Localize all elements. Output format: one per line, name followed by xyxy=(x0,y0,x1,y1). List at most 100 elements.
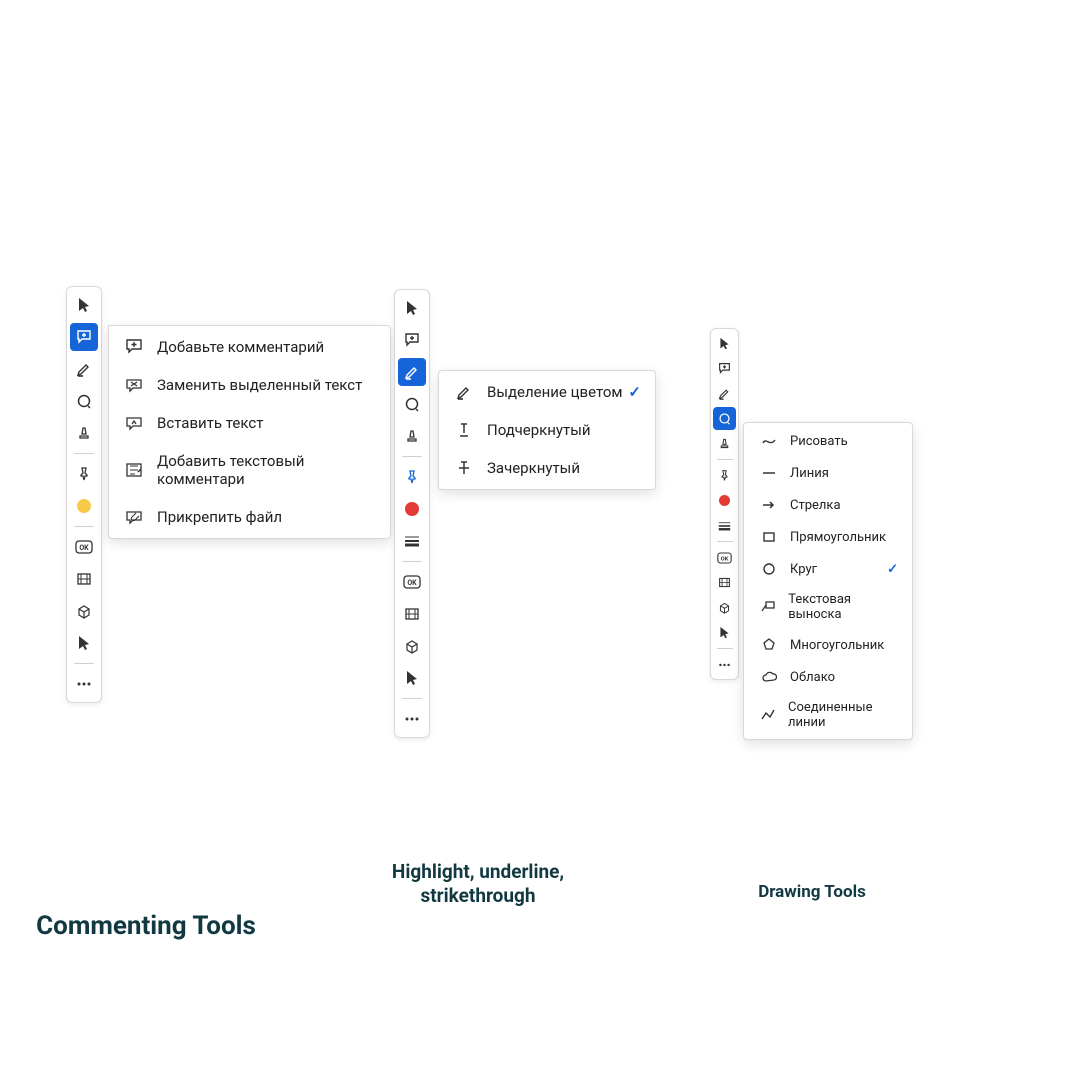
separator xyxy=(717,541,733,542)
separator xyxy=(717,459,733,460)
media-tool[interactable] xyxy=(70,565,98,593)
shape-tool[interactable] xyxy=(398,390,426,418)
media-tool[interactable] xyxy=(398,600,426,628)
replace-text-item[interactable]: Заменить выделенный текст xyxy=(109,366,390,404)
fly-label: Выделение цветом xyxy=(487,383,623,401)
draw-item[interactable]: Рисовать xyxy=(744,425,912,457)
line-weight-tool[interactable] xyxy=(398,527,426,555)
highlight-tool[interactable] xyxy=(713,382,736,405)
highlight-color-item[interactable]: Выделение цветом ✓ xyxy=(439,373,655,411)
insert-text-icon xyxy=(125,414,143,432)
fly-label: Облако xyxy=(790,670,835,685)
circle-item[interactable]: Круг ✓ xyxy=(744,553,912,585)
callout-icon xyxy=(760,598,776,616)
more-tool[interactable] xyxy=(398,705,426,733)
underline-item[interactable]: Подчеркнутый xyxy=(439,411,655,449)
callout-item[interactable]: Текстовая выноска xyxy=(744,585,912,629)
freeform-icon xyxy=(760,432,778,450)
fly-label: Вставить текст xyxy=(157,414,263,432)
insert-text-item[interactable]: Вставить текст xyxy=(109,404,390,442)
caption-drawing: Drawing Tools xyxy=(702,882,922,903)
fly-label: Добавить текстовый комментари xyxy=(157,452,374,488)
color-yellow[interactable] xyxy=(70,492,98,520)
pin-tool[interactable] xyxy=(70,460,98,488)
separator xyxy=(74,526,94,527)
fly-label: Подчеркнутый xyxy=(487,421,591,439)
separator xyxy=(74,453,94,454)
cursor-tool[interactable] xyxy=(70,291,98,319)
comment-tool[interactable] xyxy=(713,357,736,380)
fly-label: Рисовать xyxy=(790,434,848,449)
fly-label: Многоугольник xyxy=(790,638,884,653)
fly-label: Зачеркнутый xyxy=(487,459,580,477)
cursor-tool-2[interactable] xyxy=(713,621,736,644)
text-comment-item[interactable]: Добавить текстовый комментари xyxy=(109,442,390,498)
attach-file-icon xyxy=(125,508,143,526)
color-red[interactable] xyxy=(713,489,736,512)
highlighter-icon xyxy=(455,383,473,401)
line-item[interactable]: Линия xyxy=(744,457,912,489)
fly-label: Текстовая выноска xyxy=(788,592,896,622)
separator xyxy=(74,663,94,664)
strike-icon xyxy=(455,459,473,477)
strike-item[interactable]: Зачеркнутый xyxy=(439,449,655,487)
cursor-tool[interactable] xyxy=(398,294,426,322)
shape-tool[interactable] xyxy=(713,407,736,430)
check-icon: ✓ xyxy=(628,383,641,401)
caption-highlight: Highlight, underline, strikethrough xyxy=(368,860,588,908)
fly-label: Круг xyxy=(790,562,817,577)
comment-tool[interactable] xyxy=(70,323,98,351)
separator xyxy=(402,456,422,457)
polygon-item[interactable]: Многоугольник xyxy=(744,629,912,661)
comment-tool[interactable] xyxy=(398,326,426,354)
attach-file-item[interactable]: Прикрепить файл xyxy=(109,498,390,536)
highlight-tool[interactable] xyxy=(70,355,98,383)
cube-tool[interactable] xyxy=(398,632,426,660)
rect-icon xyxy=(760,528,778,546)
stamp-tool[interactable] xyxy=(713,432,736,455)
color-red[interactable] xyxy=(398,495,426,523)
cursor-tool-2[interactable] xyxy=(70,629,98,657)
line-weight-tool[interactable] xyxy=(713,514,736,537)
polyline-item[interactable]: Соединенные линии xyxy=(744,693,912,737)
media-tool[interactable] xyxy=(713,571,736,594)
polyline-icon xyxy=(760,706,776,724)
stamp-tool[interactable] xyxy=(398,422,426,450)
arrow-item[interactable]: Стрелка xyxy=(744,489,912,521)
cube-tool[interactable] xyxy=(70,597,98,625)
cursor-tool-2[interactable] xyxy=(398,664,426,692)
separator xyxy=(402,698,422,699)
fly-label: Линия xyxy=(790,466,829,481)
rect-item[interactable]: Прямоугольник xyxy=(744,521,912,553)
ok-tool[interactable]: OK xyxy=(713,546,736,569)
more-tool[interactable] xyxy=(713,653,736,676)
fly-label: Стрелка xyxy=(790,498,841,513)
arrow-icon xyxy=(760,496,778,514)
more-tool[interactable] xyxy=(70,670,98,698)
polygon-icon xyxy=(760,636,778,654)
fly-label: Прикрепить файл xyxy=(157,508,282,526)
caption-commenting: Commenting Tools xyxy=(36,910,256,943)
svg-text:OK: OK xyxy=(407,579,417,587)
ok-tool[interactable]: OK xyxy=(398,568,426,596)
underline-icon xyxy=(455,421,473,439)
stamp-tool[interactable] xyxy=(70,419,98,447)
separator xyxy=(717,648,733,649)
cloud-icon xyxy=(760,668,778,686)
flyout-highlight: Выделение цветом ✓ Подчеркнутый Зачеркну… xyxy=(438,370,656,490)
flyout-drawing: Рисовать Линия Стрелка Прямоугольник Кру… xyxy=(743,422,913,740)
toolbar-commenting: OK xyxy=(66,286,102,703)
highlight-tool[interactable] xyxy=(398,358,426,386)
svg-text:OK: OK xyxy=(721,556,729,562)
ok-tool[interactable]: OK xyxy=(70,533,98,561)
svg-text:OK: OK xyxy=(79,544,89,552)
pin-tool[interactable] xyxy=(713,464,736,487)
cloud-item[interactable]: Облако xyxy=(744,661,912,693)
shape-tool[interactable] xyxy=(70,387,98,415)
comment-add-item[interactable]: Добавьте комментарий xyxy=(109,328,390,366)
circle-icon xyxy=(760,560,778,578)
pin-tool[interactable] xyxy=(398,463,426,491)
cube-tool[interactable] xyxy=(713,596,736,619)
toolbar-highlight: OK xyxy=(394,289,430,738)
cursor-tool[interactable] xyxy=(713,332,736,355)
